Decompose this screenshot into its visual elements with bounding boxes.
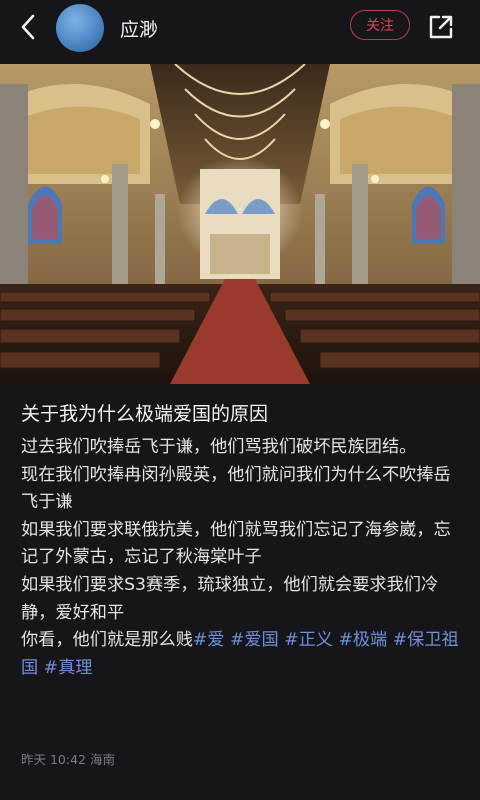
hashtag-link[interactable]: #爱国: [230, 630, 279, 650]
post-title: 关于我为什么极端爱国的原因: [21, 403, 269, 425]
hashtag-link[interactable]: #正义: [284, 630, 333, 650]
post-paragraph-with-tags: 你看，他们就是那么贱#爱 #爱国 #正义 #极端 #保卫祖国 #真理: [21, 627, 461, 682]
hashtag-link[interactable]: #真理: [44, 658, 93, 678]
post-paragraph: 过去我们吹捧岳飞于谦，他们骂我们破坏民族团结。: [21, 437, 417, 457]
top-bar: 应渺 关注: [0, 0, 480, 56]
username[interactable]: 应渺: [120, 15, 158, 42]
hashtag-link[interactable]: #爱: [193, 630, 225, 650]
follow-button[interactable]: 关注: [350, 10, 410, 40]
back-button[interactable]: [14, 12, 42, 42]
church-interior-image: [0, 64, 480, 384]
post-text: 你看，他们就是那么贱: [21, 630, 193, 651]
post-paragraph: 如果我们要求S3赛季，琉球独立，他们就会要求我们冷静，爱好和平: [21, 574, 439, 623]
hashtag-link[interactable]: #极端: [338, 630, 387, 650]
post-paragraph: 现在我们吹捧冉闵孙殿英，他们就问我们为什么不吹捧岳飞于谦: [21, 464, 451, 513]
post-paragraph: 如果我们要求联俄抗美，他们就骂我们忘记了海参崴，忘记了外蒙古，忘记了秋海棠叶子: [21, 519, 451, 568]
share-button[interactable]: [426, 12, 456, 42]
post-image[interactable]: [0, 64, 480, 384]
chevron-left-icon: [21, 14, 35, 40]
post-body: 过去我们吹捧岳飞于谦，他们骂我们破坏民族团结。 现在我们吹捧冉闵孙殿英，他们就问…: [21, 434, 461, 682]
avatar[interactable]: [56, 4, 104, 52]
share-icon: [429, 15, 453, 39]
post-meta: 昨天 10:42 海南: [21, 752, 115, 767]
